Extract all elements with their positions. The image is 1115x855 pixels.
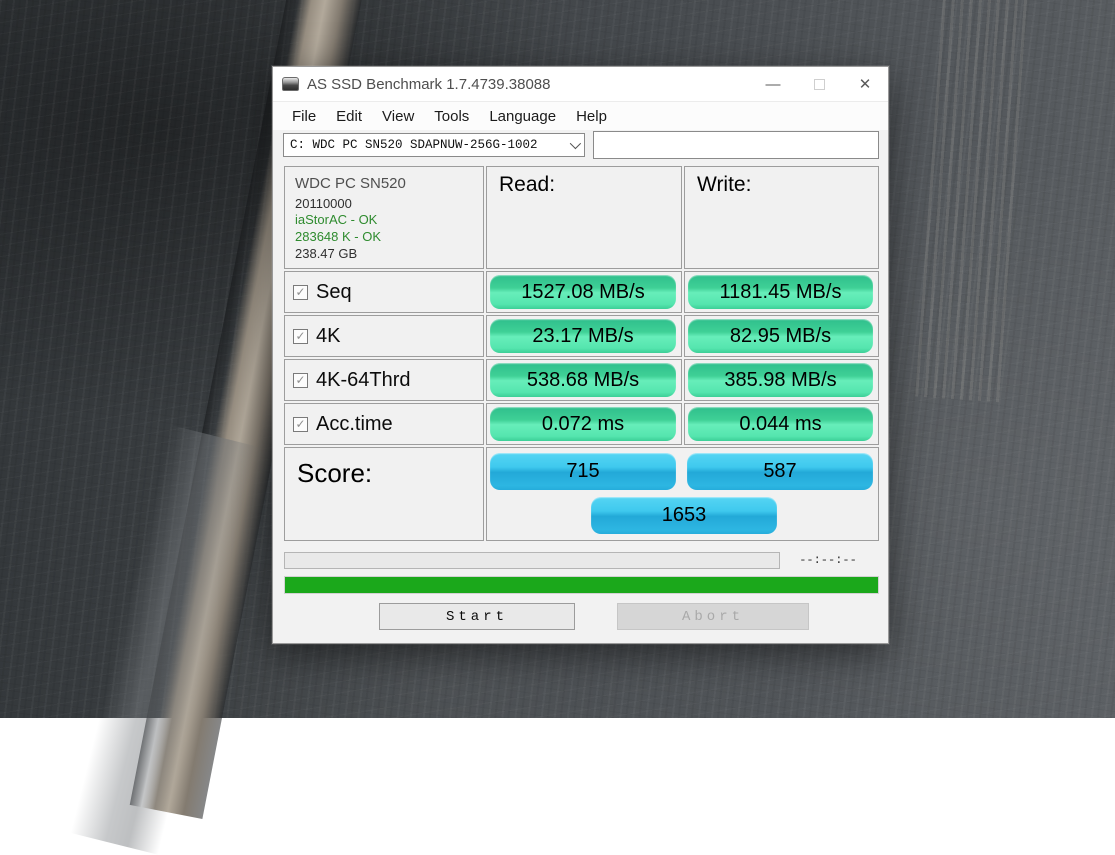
menu-help[interactable]: Help: [566, 104, 617, 129]
title-bar[interactable]: AS SSD Benchmark 1.7.4739.38088 — ✕: [273, 67, 888, 101]
acctime-read-value: 0.072 ms: [490, 407, 676, 441]
start-button[interactable]: Start: [379, 603, 575, 630]
acctime-checkbox[interactable]: [293, 417, 308, 432]
drive-select-dropdown[interactable]: C: WDC PC SN520 SDAPNUW-256G-1002: [283, 133, 585, 157]
drive-info-panel: WDC PC SN520 20110000 iaStorAC - OK 2836…: [284, 166, 484, 269]
offset-status: 283648 K - OK: [295, 229, 473, 246]
4k64thrd-checkbox[interactable]: [293, 373, 308, 388]
results-grid: WDC PC SN520 20110000 iaStorAC - OK 2836…: [284, 166, 879, 541]
row-4k64thrd: 4K-64Thrd: [284, 359, 484, 401]
drive-select-value: C: WDC PC SN520 SDAPNUW-256G-1002: [290, 138, 538, 152]
close-button[interactable]: ✕: [842, 67, 888, 101]
seq-checkbox[interactable]: [293, 285, 308, 300]
menu-edit[interactable]: Edit: [326, 104, 372, 129]
4k-read-value: 23.17 MB/s: [490, 319, 676, 353]
4k-checkbox[interactable]: [293, 329, 308, 344]
read-column-header: Read:: [486, 166, 682, 269]
drive-firmware: 20110000: [295, 196, 473, 213]
chevron-down-icon: [570, 138, 581, 149]
score-label-cell: Score:: [284, 447, 484, 541]
row-4k: 4K: [284, 315, 484, 357]
drive-model: WDC PC SN520: [295, 174, 473, 194]
maximize-icon: [814, 79, 825, 90]
seq-write-value: 1181.45 MB/s: [688, 275, 873, 309]
4k64thrd-label: 4K-64Thrd: [316, 369, 411, 392]
score-write: 587: [687, 453, 873, 490]
score-label: Score:: [297, 458, 372, 489]
menu-tools[interactable]: Tools: [424, 104, 479, 129]
test-progress-bar: [284, 552, 780, 569]
4k64thrd-write-value: 385.98 MB/s: [688, 363, 873, 397]
drive-capacity: 238.47 GB: [295, 246, 473, 263]
driver-status: iaStorAC - OK: [295, 212, 473, 229]
row-seq: Seq: [284, 271, 484, 313]
4k-write-value: 82.95 MB/s: [688, 319, 873, 353]
as-ssd-benchmark-window: AS SSD Benchmark 1.7.4739.38088 — ✕ File…: [272, 66, 889, 644]
time-remaining: --:--:--: [785, 553, 871, 567]
window-title: AS SSD Benchmark 1.7.4739.38088: [307, 76, 551, 93]
abort-button: Abort: [617, 603, 809, 630]
4k64thrd-read-value: 538.68 MB/s: [490, 363, 676, 397]
overall-progress-bar: [284, 576, 879, 594]
menu-view[interactable]: View: [372, 104, 424, 129]
write-column-header: Write:: [684, 166, 879, 269]
target-input[interactable]: [593, 131, 879, 159]
maximize-button[interactable]: [796, 67, 842, 101]
seq-read-value: 1527.08 MB/s: [490, 275, 676, 309]
score-panel: 715 587 1653: [486, 447, 879, 541]
score-total: 1653: [591, 497, 777, 534]
seq-label: Seq: [316, 281, 352, 304]
menu-language[interactable]: Language: [479, 104, 566, 129]
app-drive-icon: [282, 77, 299, 91]
menu-file[interactable]: File: [282, 104, 326, 129]
score-read: 715: [490, 453, 676, 490]
menu-bar: File Edit View Tools Language Help: [273, 101, 888, 130]
acctime-label: Acc.time: [316, 413, 393, 436]
acctime-write-value: 0.044 ms: [688, 407, 873, 441]
row-acctime: Acc.time: [284, 403, 484, 445]
4k-label: 4K: [316, 325, 340, 348]
minimize-button[interactable]: —: [750, 67, 796, 101]
